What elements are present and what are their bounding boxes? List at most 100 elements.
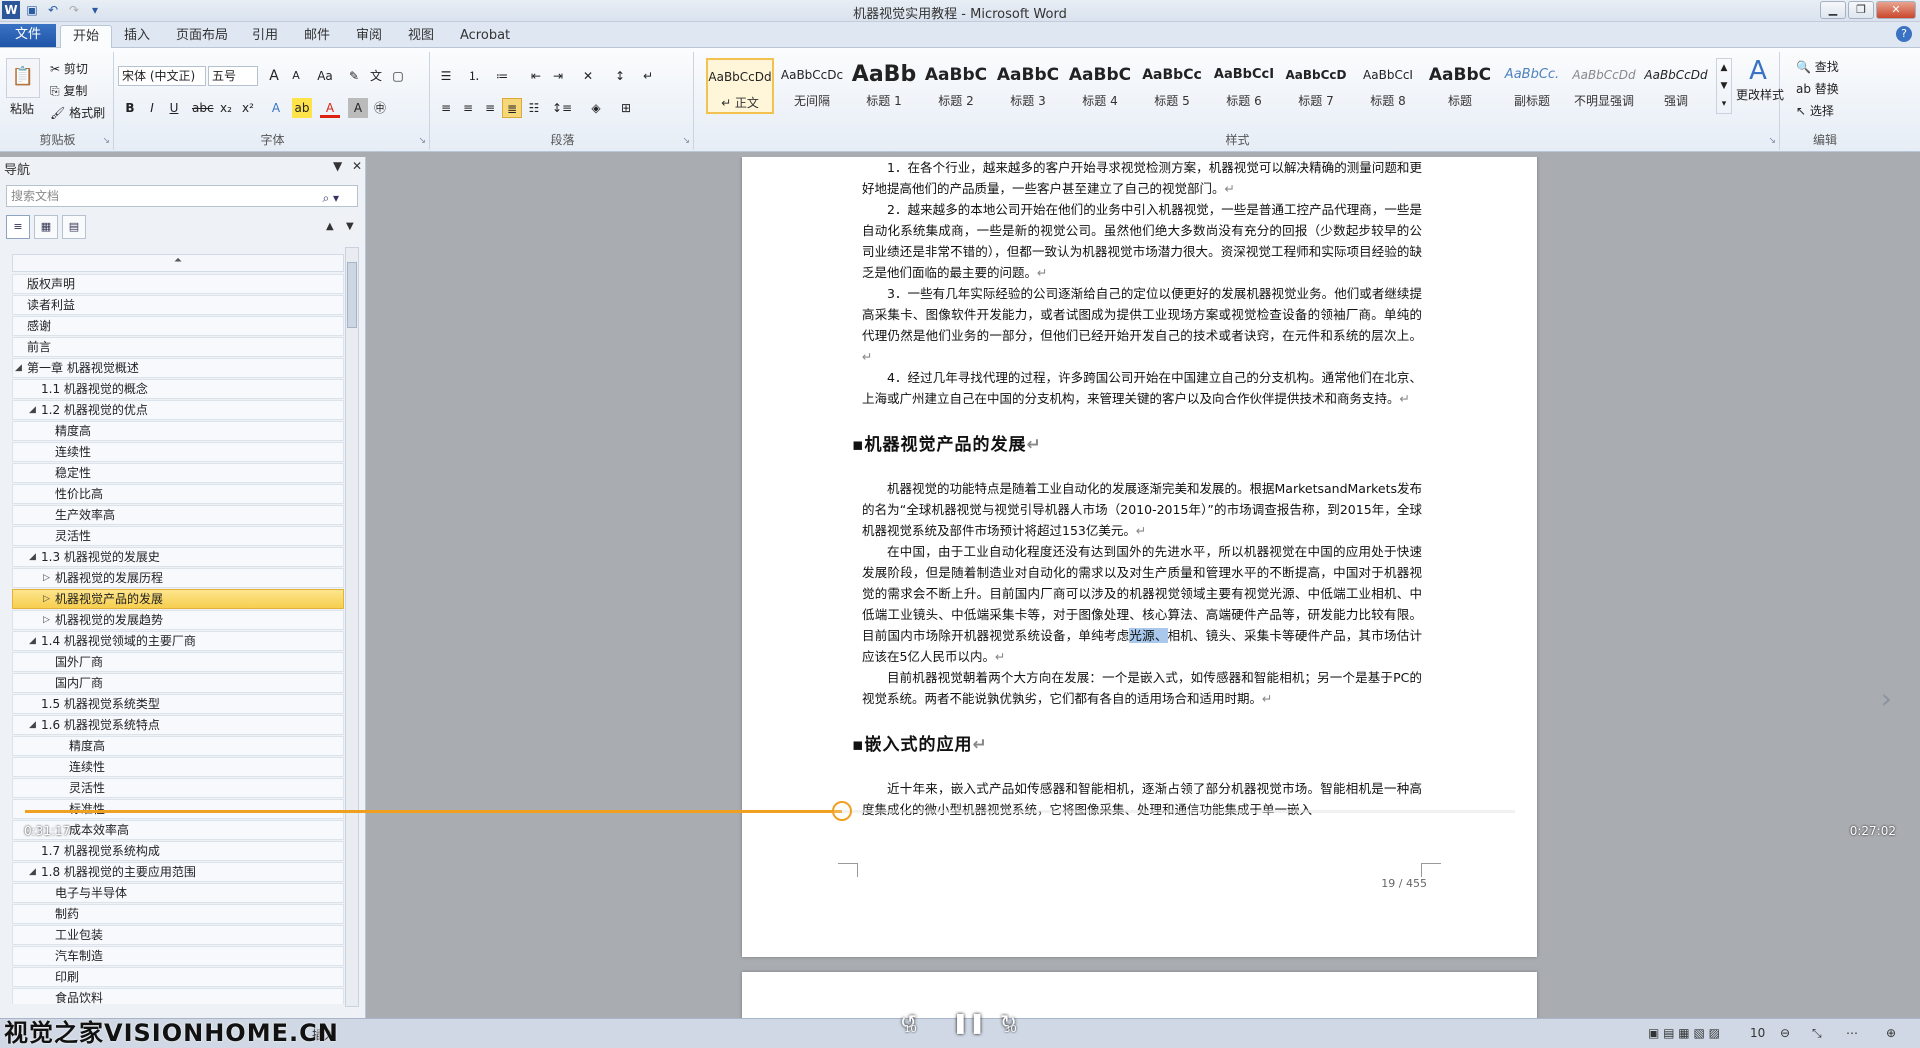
search-icon[interactable]: ⌕ ▾	[322, 188, 339, 208]
tab-file[interactable]: 文件	[0, 24, 56, 47]
superscript-icon[interactable]: x²	[238, 98, 258, 118]
pause-icon[interactable]: ❚❚	[952, 1010, 986, 1034]
paste-button[interactable]: 粘贴	[10, 100, 34, 117]
nav-heading-item[interactable]: 连续性	[12, 757, 344, 777]
char-shading-icon[interactable]: A	[348, 98, 368, 118]
enclose-char-icon[interactable]: ㊥	[370, 98, 390, 118]
collapse-arrow-icon[interactable]: ◢	[29, 716, 36, 734]
align-left-icon[interactable]: ≡	[436, 98, 456, 118]
find-button[interactable]: 🔍 查找	[1796, 58, 1839, 75]
align-right-icon[interactable]: ≡	[480, 98, 500, 118]
next-heading-icon[interactable]: ▼	[346, 221, 354, 232]
chevron-right-icon[interactable]: ›	[1881, 682, 1892, 715]
nav-heading-item[interactable]: 制药	[12, 904, 344, 924]
nav-heading-item[interactable]: 工业包装	[12, 925, 344, 945]
help-icon[interactable]: ?	[1896, 26, 1912, 42]
style-heading-5[interactable]: AaBbCc 标题 5	[1138, 58, 1206, 114]
tab-view[interactable]: 视图	[396, 25, 446, 48]
style-heading-3[interactable]: AaBbC 标题 3	[994, 58, 1062, 114]
nav-heading-item[interactable]: ◢ 1.4 机器视觉领域的主要厂商	[12, 631, 344, 651]
font-launcher-icon[interactable]: ↘	[418, 136, 426, 146]
nav-heading-item[interactable]: 食品饮料	[12, 988, 344, 1004]
format-painter-button[interactable]: 🖌 格式刷	[50, 104, 105, 121]
nav-heading-item[interactable]: 稳定性	[12, 463, 344, 483]
nav-heading-item[interactable]: 1.5 机器视觉系统类型	[12, 694, 344, 714]
nav-heading-item[interactable]: ◢ 1.6 机器视觉系统特点	[12, 715, 344, 735]
change-styles-button[interactable]: A 更改样式	[1736, 56, 1784, 103]
font-name-select[interactable]: 宋体 (中文正)	[118, 66, 206, 86]
distributed-icon[interactable]: ☷	[524, 98, 544, 118]
style-heading-4[interactable]: AaBbC 标题 4	[1066, 58, 1134, 114]
bullets-icon[interactable]: ☰	[436, 66, 456, 86]
document-area[interactable]: 1．在各个行业，越来越多的客户开始寻求视觉检测方案，机器视觉可以解决精确的测量问…	[367, 157, 1900, 1018]
nav-heading-item[interactable]: ▷ 机器视觉的发展历程	[12, 568, 344, 588]
collapse-arrow-icon[interactable]: ◢	[29, 632, 36, 650]
line-spacing-icon[interactable]: ↕≡	[552, 98, 572, 118]
paragraph[interactable]: 4．经过几年寻找代理的过程，许多跨国公司开始在中国建立自己的分支机构。通常他们在…	[862, 367, 1422, 409]
bold-icon[interactable]: B	[120, 98, 140, 118]
nav-heading-item[interactable]: 性价比高	[12, 484, 344, 504]
paragraph[interactable]: 1．在各个行业，越来越多的客户开始寻求视觉检测方案，机器视觉可以解决精确的测量问…	[862, 157, 1422, 199]
clipboard-launcher-icon[interactable]: ↘	[102, 136, 110, 146]
style-heading-1[interactable]: AaBb 标题 1	[850, 58, 918, 114]
nav-heading-item[interactable]: ▷ 机器视觉产品的发展	[12, 589, 344, 609]
style-subtitle[interactable]: AaBbCc. 副标题	[1498, 58, 1566, 114]
style-subtle-emphasis[interactable]: AaBbCcDd 不明显强调	[1570, 58, 1638, 114]
expand-arrow-icon[interactable]: ▷	[43, 569, 50, 587]
nav-heading-item[interactable]: 电子与半导体	[12, 883, 344, 903]
shading-icon[interactable]: ◈	[586, 98, 606, 118]
underline-icon[interactable]: U	[164, 98, 184, 118]
nav-heading-item[interactable]: 汽车制造	[12, 946, 344, 966]
video-progress-knob[interactable]	[832, 801, 852, 821]
cut-button[interactable]: ✂ 剪切	[50, 60, 88, 77]
style-heading-8[interactable]: AaBbCcI 标题 8	[1354, 58, 1422, 114]
expand-arrow-icon[interactable]: ▷	[43, 590, 50, 608]
strikethrough-icon[interactable]: abc	[192, 98, 214, 118]
zoom-level[interactable]: 10	[1750, 1026, 1765, 1040]
italic-icon[interactable]: I	[142, 98, 162, 118]
change-case-button[interactable]: Aa	[312, 66, 338, 86]
nav-scrollbar[interactable]	[345, 247, 359, 1007]
replace-button[interactable]: ab 替换	[1796, 80, 1839, 97]
nav-heading-item[interactable]: 前言	[12, 337, 344, 357]
paste-icon[interactable]: 📋	[6, 58, 40, 98]
align-center-icon[interactable]: ≡	[458, 98, 478, 118]
nav-heading-item[interactable]: 读者利益	[12, 295, 344, 315]
more-icon[interactable]: ⋯	[1846, 1026, 1858, 1040]
nav-heading-item[interactable]: ◢ 1.2 机器视觉的优点	[12, 400, 344, 420]
nav-heading-item[interactable]: 精度高	[12, 421, 344, 441]
char-border-icon[interactable]: ▢	[388, 66, 408, 86]
justify-icon[interactable]: ≣	[502, 98, 522, 118]
collapse-arrow-icon[interactable]: ◢	[29, 863, 36, 881]
nav-heading-item[interactable]: 生产效率高	[12, 505, 344, 525]
tab-page-layout[interactable]: 页面布局	[164, 25, 240, 48]
nav-heading-item[interactable]: 灵活性	[12, 526, 344, 546]
nav-heading-item[interactable]: 1.7 机器视觉系统构成	[12, 841, 344, 861]
nav-heading-item[interactable]: 精度高	[12, 736, 344, 756]
nav-heading-item[interactable]: ▷ 机器视觉的发展趋势	[12, 610, 344, 630]
video-progress-bar[interactable]	[25, 801, 1515, 821]
nav-scroll-thumb[interactable]	[347, 262, 357, 328]
font-size-select[interactable]: 五号	[208, 66, 258, 86]
clear-format-icon[interactable]: ✎	[344, 66, 364, 86]
results-view-icon[interactable]: ▤	[62, 215, 86, 239]
subscript-icon[interactable]: x₂	[216, 98, 236, 118]
style-heading-6[interactable]: AaBbCcI 标题 6	[1210, 58, 1278, 114]
headings-view-icon[interactable]: ≡	[6, 215, 30, 239]
borders-icon[interactable]: ⊞	[616, 98, 636, 118]
tab-references[interactable]: 引用	[240, 25, 290, 48]
style-heading-2[interactable]: AaBbC 标题 2	[922, 58, 990, 114]
nav-search-input[interactable]: 搜索文档 ⌕ ▾	[6, 185, 358, 207]
increase-indent-icon[interactable]: ⇥	[548, 66, 568, 86]
style-heading-7[interactable]: AaBbCcD 标题 7	[1282, 58, 1350, 114]
nav-heading-item[interactable]: ◢ 1.3 机器视觉的发展史	[12, 547, 344, 567]
pages-view-icon[interactable]: ▦	[34, 215, 58, 239]
chinese-layout-icon[interactable]: ✕	[578, 66, 598, 86]
nav-heading-item[interactable]: 印刷	[12, 967, 344, 987]
multilevel-list-icon[interactable]: ≔	[492, 66, 512, 86]
tab-insert[interactable]: 插入	[112, 25, 162, 48]
nav-heading-item[interactable]: 标准性	[12, 799, 344, 819]
collapse-all-icon[interactable]: ⏶	[12, 254, 344, 272]
zoom-out-icon[interactable]: ⊖	[1780, 1026, 1790, 1040]
prev-heading-icon[interactable]: ▲	[326, 221, 334, 232]
